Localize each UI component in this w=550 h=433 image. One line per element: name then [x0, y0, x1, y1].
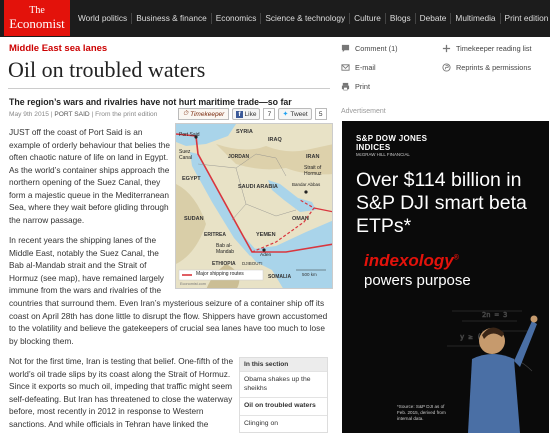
map-label-aden: Aden [260, 253, 272, 258]
map-label-yemen: YEMEN [256, 232, 276, 238]
timekeeper-label: Timekeeper [190, 110, 225, 118]
shipping-routes-map[interactable]: SYRIA IRAQ IRAN JORDAN Port Said Suez Ca… [175, 123, 333, 289]
article-rubric: The region’s wars and rivalries have not… [9, 97, 292, 107]
ad-registered-mark: ® [453, 254, 459, 262]
map-scale-label: 500 km [302, 272, 317, 277]
map-label-bandar-abbas: Bandar Abbas [292, 182, 321, 187]
map-label-sudan: SUDAN [184, 216, 204, 222]
map-label-egypt: EGYPT [182, 176, 201, 182]
map-label-eritrea: ERITREA [204, 232, 226, 238]
facebook-icon: f [236, 110, 243, 118]
map-label-oman: OMAN [292, 216, 309, 222]
page-title: Oil on troubled waters [8, 57, 206, 82]
ad-brand-line3: McGRAW HILL FINANCIAL [356, 152, 410, 157]
nav-print-edition[interactable]: Print edition [499, 13, 550, 24]
from-print-link[interactable]: From the print edition [95, 111, 157, 118]
section-label[interactable]: Middle East sea lanes [9, 43, 107, 54]
article-meta: May 9th 2015 | PORT SAID | From the prin… [9, 111, 158, 118]
map-label-djibouti: DJIBOUTI [242, 261, 263, 266]
section-link-clinging-on[interactable]: Clinging on [240, 414, 327, 433]
article-dateline: PORT SAID [54, 111, 90, 118]
nav-world-politics[interactable]: World politics [74, 13, 131, 24]
map-label-iran: IRAN [306, 154, 320, 160]
logo-line1: The [29, 5, 45, 16]
like-count: 7 [263, 108, 276, 120]
comment-label: Comment (1) [355, 44, 398, 53]
nav-science-technology[interactable]: Science & technology [260, 13, 349, 24]
tweet-count: 5 [314, 108, 327, 120]
top-navigation-bar: The Economist World politics Business & … [0, 0, 550, 37]
article-date: May 9th 2015 [9, 111, 49, 118]
share-bar: ⏱ Timekeeper f Like 7 ✦ Tweet 5 [178, 108, 327, 120]
ad-source-note: *Source: S&P DJI as of Feb. 2015, derive… [397, 404, 446, 421]
nav-multimedia[interactable]: Multimedia [450, 13, 499, 24]
logo-line2: Economist [9, 16, 65, 31]
map-credit: Economist.com [180, 282, 206, 286]
economist-logo[interactable]: The Economist [4, 0, 70, 36]
section-link-oil[interactable]: Oil on troubled waters [240, 397, 327, 415]
advertisement-label: Advertisement [341, 108, 386, 115]
ad-tagline: powers purpose [364, 272, 471, 289]
print-icon [341, 82, 350, 91]
map-label-somalia: SOMALIA [268, 274, 292, 280]
reprints-icon [442, 63, 451, 72]
advertisement-banner[interactable]: 2n = 3 y ≥ (x+1) S&P DOW JONES INDICES M… [342, 121, 549, 433]
comment-icon [341, 44, 350, 53]
email-icon [341, 64, 350, 71]
paragraph-2b: countries that surround them. Even Iran’… [9, 298, 328, 346]
nav-blogs[interactable]: Blogs [384, 13, 415, 24]
map-label-ethiopia: ETHIOPIA [212, 261, 236, 267]
ad-brand-line2: INDICES [356, 143, 391, 152]
ad-indexology-word: indexology [364, 251, 454, 270]
map-label-saudi-arabia: SAUDI ARABIA [238, 184, 278, 190]
map-label-strait-of-hormuz: Strait of Hormuz [304, 165, 322, 177]
nav-culture[interactable]: Culture [349, 13, 385, 24]
facebook-like-button[interactable]: f Like [232, 108, 261, 120]
nav-economics[interactable]: Economics [210, 13, 261, 24]
ad-brand-line1: S&P DOW JONES [356, 134, 428, 143]
map-label-suez-canal: Suez Canal [179, 149, 193, 161]
comment-link[interactable]: Comment (1) [341, 44, 398, 53]
print-label: Print [355, 82, 371, 91]
twitter-bird-icon: ✦ [282, 111, 289, 118]
reading-list-label: Timekeeper reading list [456, 44, 532, 53]
title-divider [8, 88, 330, 89]
nav-debate[interactable]: Debate [414, 13, 451, 24]
email-label: E-mail [355, 63, 376, 72]
map-label-jordan: JORDAN [228, 154, 250, 160]
paragraph-1: JUST off the coast of Port Said is an ex… [9, 127, 170, 225]
timekeeper-icon: ⏱ [183, 110, 189, 117]
map-label-port-said: Port Said [179, 132, 200, 138]
add-icon [442, 44, 451, 53]
main-nav: World politics Business & finance Econom… [74, 0, 550, 37]
map-label-syria: SYRIA [236, 129, 253, 135]
ad-indexology: indexology® [364, 251, 459, 271]
nav-business-finance[interactable]: Business & finance [131, 13, 211, 24]
in-this-section-box: In this section Obama shakes up the shei… [239, 357, 328, 433]
map-label-bab-al-mandab: Bab al-Mandab [216, 243, 235, 255]
map-label-iraq: IRAQ [268, 137, 282, 143]
reprints-link[interactable]: Reprints & permissions [442, 63, 531, 72]
reading-list-link[interactable]: Timekeeper reading list [442, 44, 532, 53]
tweet-button[interactable]: ✦ Tweet [278, 108, 312, 120]
svg-text:2n = 3: 2n = 3 [482, 311, 507, 319]
timekeeper-button[interactable]: ⏱ Timekeeper [178, 108, 230, 120]
map-legend-label: Major shipping routes [196, 271, 244, 277]
print-link[interactable]: Print [341, 82, 370, 91]
in-this-section-heading: In this section [240, 358, 327, 371]
email-link[interactable]: E-mail [341, 63, 376, 72]
paragraph-3: Not for the first time, Iran is testing … [9, 356, 234, 429]
section-link-obama[interactable]: Obama shakes up the sheikhs [240, 371, 327, 397]
tweet-label: Tweet [290, 110, 308, 118]
paragraph-2a: In recent years the shipping lanes of th… [9, 235, 164, 295]
ad-headline: Over $114 billion in S&P DJI smart beta … [356, 169, 527, 237]
reprints-label: Reprints & permissions [456, 63, 532, 72]
like-label: Like [244, 110, 257, 118]
